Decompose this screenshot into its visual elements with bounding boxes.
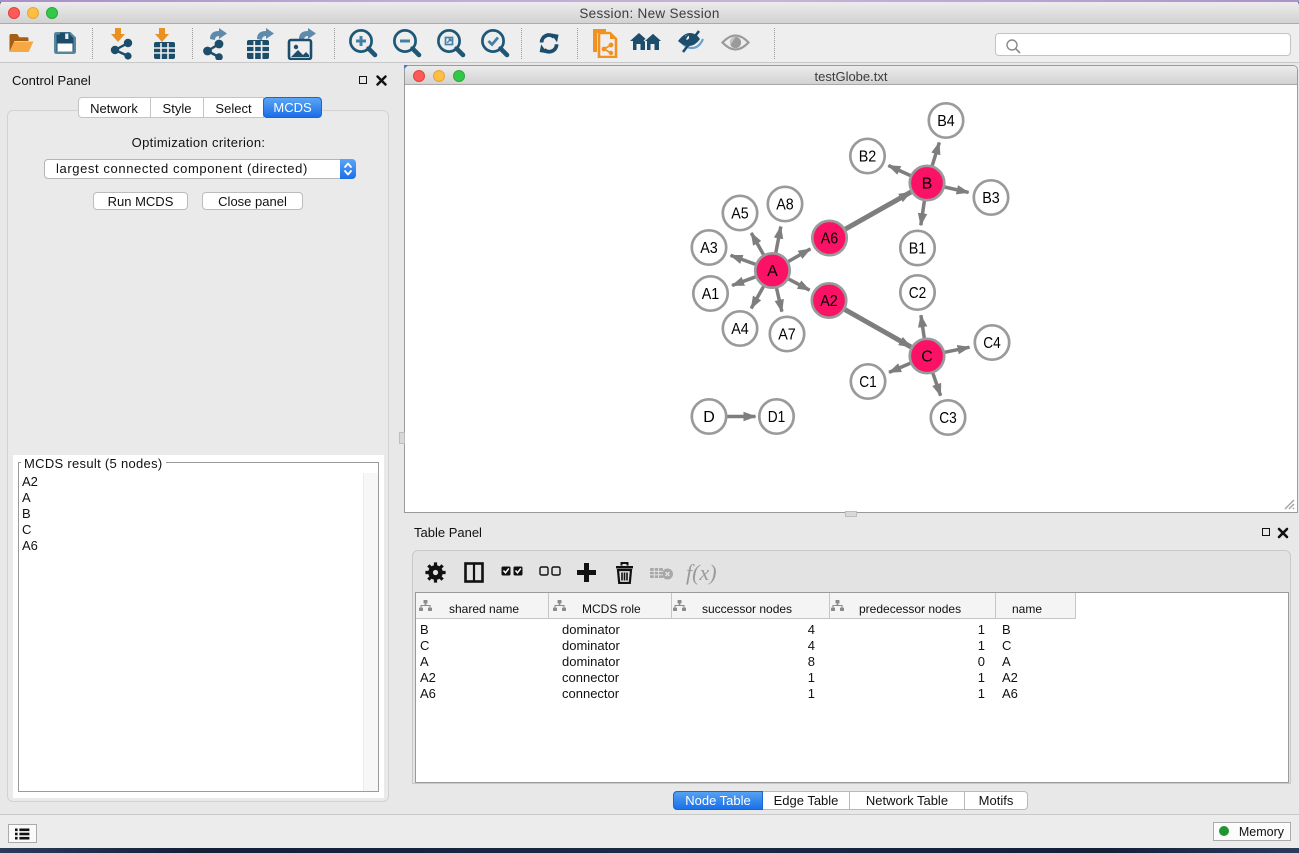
svg-text:B: B <box>922 176 933 193</box>
svg-text:A6: A6 <box>821 231 839 248</box>
svg-text:C1: C1 <box>859 374 877 391</box>
svg-text:B1: B1 <box>909 241 927 258</box>
svg-text:B2: B2 <box>859 149 877 166</box>
svg-text:C4: C4 <box>983 335 1001 352</box>
svg-text:A7: A7 <box>778 327 796 344</box>
svg-text:A8: A8 <box>776 197 794 214</box>
svg-text:B3: B3 <box>982 190 1000 207</box>
svg-text:A5: A5 <box>731 206 749 223</box>
svg-text:A3: A3 <box>700 240 718 257</box>
svg-text:A: A <box>767 263 778 280</box>
svg-text:A2: A2 <box>820 293 838 310</box>
svg-text:C: C <box>921 349 933 366</box>
svg-text:C2: C2 <box>909 285 927 302</box>
svg-text:C3: C3 <box>939 410 957 427</box>
svg-text:A1: A1 <box>702 286 720 303</box>
svg-text:A4: A4 <box>731 321 749 338</box>
svg-text:D: D <box>703 409 715 426</box>
svg-text:B4: B4 <box>937 113 955 130</box>
svg-text:D1: D1 <box>768 409 786 426</box>
